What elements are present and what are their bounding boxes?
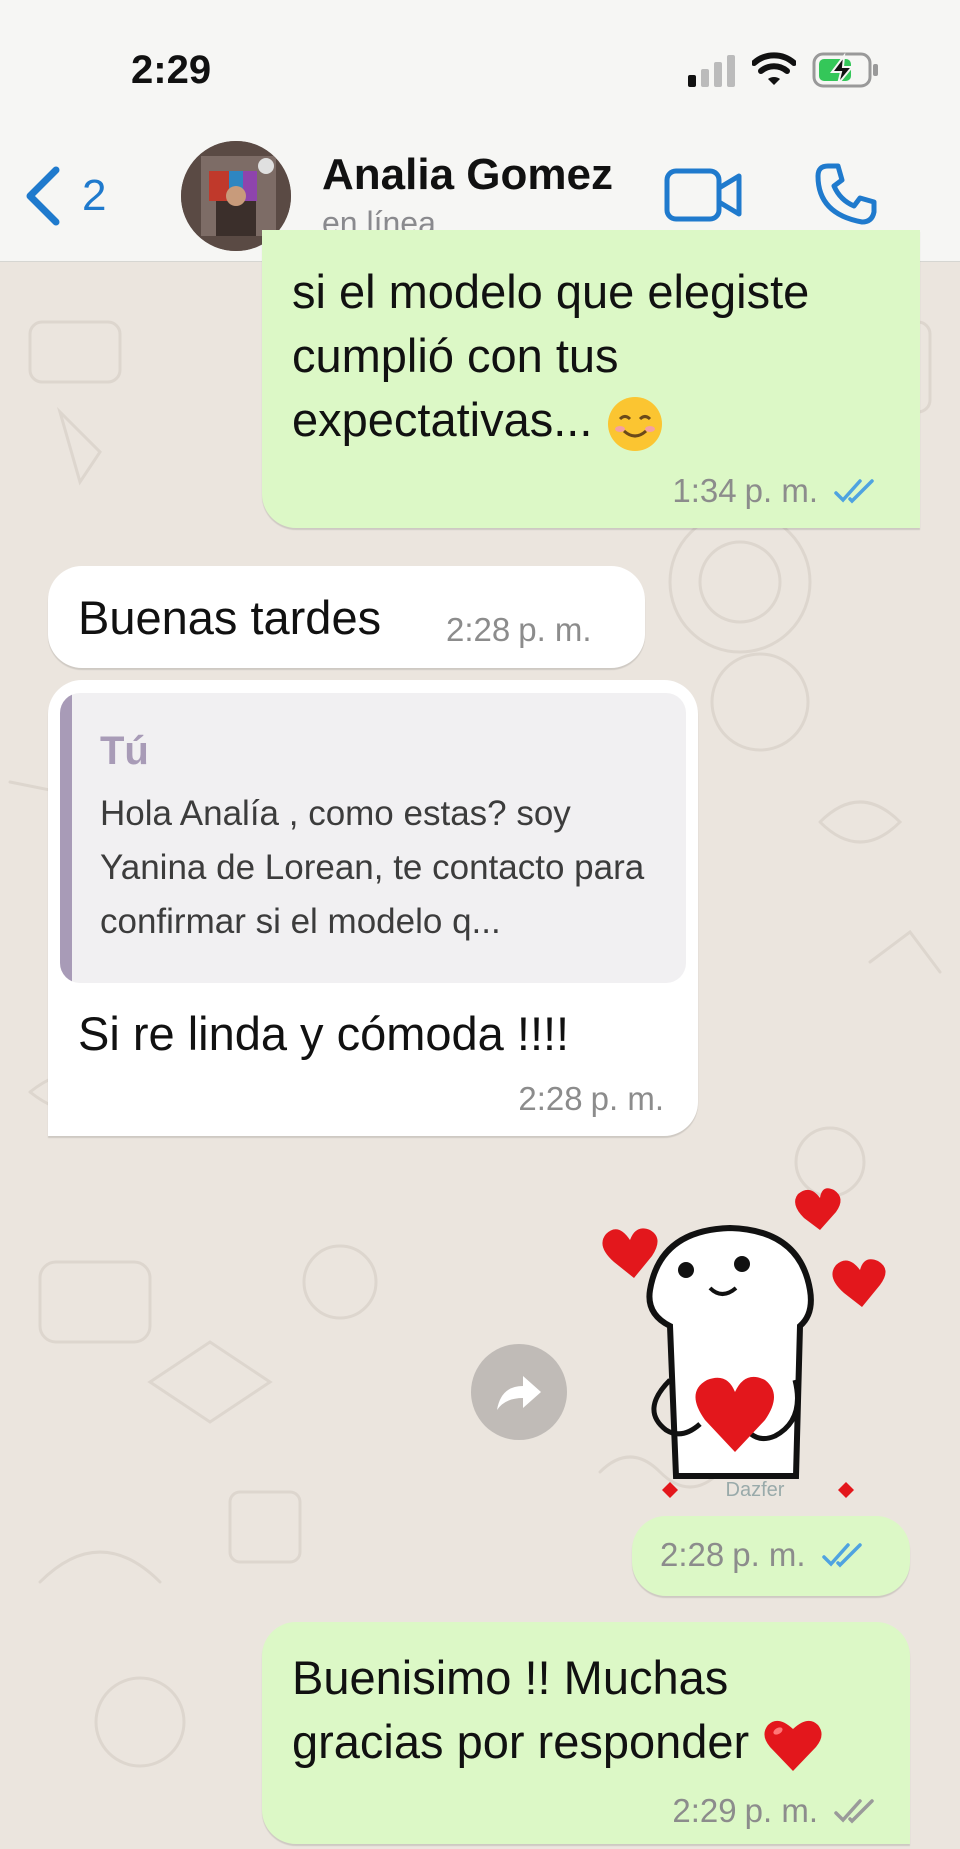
smiling-face-icon — [607, 396, 662, 451]
video-call-icon[interactable] — [664, 168, 742, 222]
forward-button[interactable] — [471, 1344, 567, 1440]
quote-author: Tú — [100, 729, 149, 773]
back-button[interactable]: 2 — [24, 166, 106, 226]
message-ampm: p. m. — [744, 472, 818, 509]
message-text: Si re linda y cómoda !!!! — [78, 1007, 570, 1060]
chevron-left-icon — [26, 166, 60, 226]
message-time: 1:34 — [672, 472, 737, 509]
sticker-time-bubble: 2:28 p. m. — [632, 1516, 910, 1596]
quote-accent-bar — [60, 693, 72, 983]
flork-hearts-sticker: Dazfer — [602, 1188, 886, 1501]
message-bubble-incoming[interactable]: Buenas tardes 2:28 p. m. — [48, 566, 645, 668]
wifi-icon — [752, 52, 796, 85]
unread-count: 2 — [82, 171, 107, 220]
delivered-ticks-icon — [834, 1799, 874, 1824]
message-ampm: p. m. — [518, 611, 592, 648]
message-text: si el modelo que elegiste cumplió con tu… — [292, 260, 892, 453]
read-ticks-icon — [821, 1543, 862, 1568]
message-meta: 1:34 p. m. — [672, 472, 880, 510]
message-ampm: p. m. — [732, 1536, 806, 1573]
message-meta: 2:29 p. m. — [672, 1792, 880, 1830]
contact-name[interactable]: Analia Gomez — [322, 150, 613, 200]
message-meta: 2:28 p. m. — [446, 611, 592, 649]
cellular-signal-icon — [688, 55, 735, 87]
message-ampm: p. m. — [590, 1080, 664, 1117]
message-text: Buenas tardes — [78, 591, 382, 644]
forward-arrow-icon — [497, 1376, 541, 1410]
message-meta: 2:28 p. m. — [660, 1536, 868, 1574]
phone-call-icon[interactable] — [814, 162, 878, 226]
red-heart-icon — [764, 1720, 822, 1771]
status-bar-time: 2:29 — [131, 48, 212, 92]
message-bubble-outgoing[interactable]: Buenisimo !! Muchas gracias por responde… — [262, 1622, 910, 1844]
sticker-message[interactable]: Dazfer — [590, 1180, 920, 1510]
sticker-caption: Dazfer — [726, 1479, 785, 1501]
message-time: 2:28 — [660, 1536, 725, 1573]
chat-header: 2:29 2 Analia Gomez en línea — [0, 0, 960, 262]
message-ampm: p. m. — [744, 1792, 818, 1829]
message-time: 2:28 — [446, 611, 511, 648]
message-meta: 2:28 p. m. — [518, 1080, 664, 1118]
message-text: Buenisimo !! Muchas gracias por responde… — [292, 1646, 892, 1775]
quoted-message[interactable]: Tú Hola Analía , como estas? soy Yanina … — [60, 693, 686, 983]
read-ticks-icon — [834, 479, 874, 504]
message-time: 2:29 — [672, 1792, 737, 1829]
quote-text: Hola Analía , como estas? soy Yanina de … — [100, 794, 645, 941]
message-bubble-outgoing[interactable]: si el modelo que elegiste cumplió con tu… — [262, 230, 920, 528]
message-time: 2:28 — [518, 1080, 583, 1117]
message-bubble-incoming-reply[interactable]: Tú Hola Analía , como estas? soy Yanina … — [48, 680, 698, 1136]
battery-charging-icon — [812, 52, 878, 88]
